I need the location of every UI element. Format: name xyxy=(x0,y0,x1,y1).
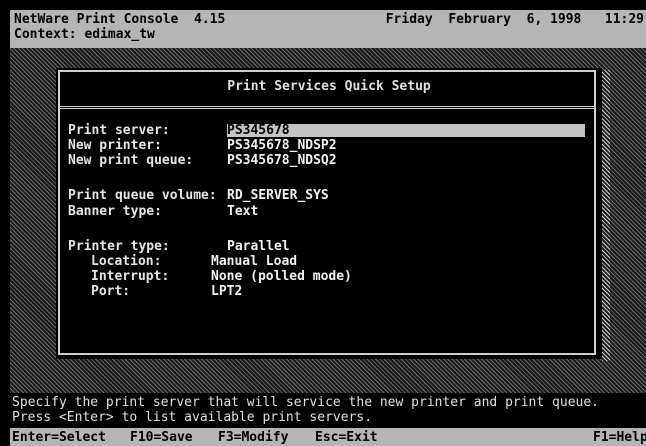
new-printer-label: New printer: xyxy=(68,138,162,153)
banner-type-field[interactable]: Text xyxy=(227,205,258,218)
function-key-bar: Enter=Select F10=Save F3=Modify Esc=Exit… xyxy=(10,428,646,446)
banner-type-label: Banner type: xyxy=(68,204,162,219)
print-server-field[interactable]: PS345678 xyxy=(227,124,585,137)
app-title: NetWare Print Console 4.15 xyxy=(14,12,226,27)
print-queue-volume-label: Print queue volume: xyxy=(68,188,217,203)
print-server-label: Print server: xyxy=(68,123,170,138)
printer-type-field[interactable]: Parallel xyxy=(227,240,290,253)
datetime: Friday February 6, 1998 11:29 xyxy=(385,12,644,27)
new-print-queue-field[interactable]: PS345678_NDSQ2 xyxy=(227,154,337,167)
f1-help-key[interactable]: F1=Help xyxy=(593,431,646,444)
dialog-shadow xyxy=(602,70,610,361)
dialog-title-separator xyxy=(60,106,594,109)
port-field[interactable]: LPT2 xyxy=(211,285,242,298)
context-label: Context: edimax_tw xyxy=(14,27,155,42)
interrupt-label: Interrupt: xyxy=(91,269,170,284)
port-label: Port: xyxy=(91,284,131,299)
new-print-queue-label: New print queue: xyxy=(68,153,194,168)
status-help-area: Specify the print server that will servi… xyxy=(10,394,646,426)
esc-exit-key[interactable]: Esc=Exit xyxy=(315,431,378,444)
netware-console-screen: NetWare Print Console 4.15 Context: edim… xyxy=(10,10,646,446)
help-line-2: Press <Enter> to list available print se… xyxy=(12,410,373,425)
location-field[interactable]: Manual Load xyxy=(211,255,297,268)
help-line-1: Specify the print server that will servi… xyxy=(12,395,599,410)
interrupt-field[interactable]: None (polled mode) xyxy=(211,270,352,283)
printer-type-label: Printer type: xyxy=(68,239,170,254)
location-label: Location: xyxy=(91,254,162,269)
f3-modify-key[interactable]: F3=Modify xyxy=(218,431,288,444)
new-printer-field[interactable]: PS345678_NDSP2 xyxy=(227,139,337,152)
quick-setup-dialog: Print Services Quick Setup Print server:… xyxy=(56,68,602,359)
enter-select-key[interactable]: Enter=Select xyxy=(12,431,106,444)
header-bar: NetWare Print Console 4.15 Context: edim… xyxy=(10,10,646,48)
print-queue-volume-field[interactable]: RD_SERVER_SYS xyxy=(227,189,329,202)
dialog-title: Print Services Quick Setup xyxy=(227,79,431,94)
f10-save-key[interactable]: F10=Save xyxy=(130,431,193,444)
